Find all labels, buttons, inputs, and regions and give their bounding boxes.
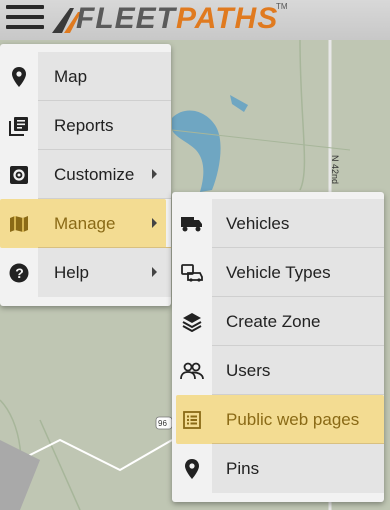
fleetpaths-logo: FLEETPATHS TM (50, 2, 290, 36)
menu-item-label: Reports (54, 116, 114, 135)
users-icon (172, 346, 212, 395)
help-icon: ? (0, 248, 38, 297)
vehicle-types-icon (172, 248, 212, 297)
menu-item-label: Help (54, 263, 89, 282)
menu-item-label: Map (54, 67, 88, 86)
submenu-item-create-zone[interactable]: Create Zone (172, 297, 384, 346)
submenu-item-label: Vehicles (226, 214, 290, 233)
submenu-item-vehicles[interactable]: Vehicles (172, 199, 384, 248)
trademark-mark: TM (276, 2, 288, 11)
submenu-item-label: Pins (226, 459, 260, 478)
chevron-right-icon (152, 267, 157, 277)
menu-item-manage[interactable]: Manage (0, 199, 171, 248)
map-pin-icon (0, 52, 38, 101)
submenu-item-label: Users (226, 361, 271, 380)
logo-text-fleet: FLEET (76, 2, 176, 35)
hamburger-menu-button[interactable] (4, 3, 44, 33)
truck-icon (172, 199, 212, 248)
submenu-item-label: Create Zone (226, 312, 321, 331)
logo-text-paths: PATHS (176, 2, 279, 35)
layers-icon (172, 297, 212, 346)
menu-item-reports[interactable]: Reports (0, 101, 171, 150)
road-label: N 42nd (330, 155, 340, 184)
list-page-icon (172, 395, 212, 444)
map-pin-icon (172, 444, 212, 493)
gear-icon (0, 150, 38, 199)
app-header: FLEETPATHS TM (0, 0, 390, 40)
chevron-right-icon (152, 169, 157, 179)
manage-submenu: Vehicles Vehicle Types Create Zone Users… (172, 192, 384, 502)
submenu-item-label: Vehicle Types (226, 263, 331, 282)
submenu-item-users[interactable]: Users (172, 346, 384, 395)
reports-icon (0, 101, 38, 150)
submenu-item-vehicle-types[interactable]: Vehicle Types (172, 248, 384, 297)
menu-item-customize[interactable]: Customize (0, 150, 171, 199)
chevron-right-icon (152, 218, 157, 228)
main-menu: Map Reports Customize Manage ? Help (0, 44, 171, 306)
submenu-item-label: Public web pages (226, 410, 360, 429)
logo-text: FLEETPATHS (76, 2, 278, 36)
menu-item-help[interactable]: ? Help (0, 248, 171, 297)
menu-item-label: Customize (54, 165, 135, 184)
map-icon (0, 199, 38, 248)
menu-item-label: Manage (54, 214, 116, 233)
svg-text:?: ? (15, 265, 24, 281)
submenu-item-public-web-pages[interactable]: Public web pages (172, 395, 384, 444)
route-label: 96 (158, 419, 167, 428)
menu-item-map[interactable]: Map (0, 52, 171, 101)
submenu-item-pins[interactable]: Pins (172, 444, 384, 493)
